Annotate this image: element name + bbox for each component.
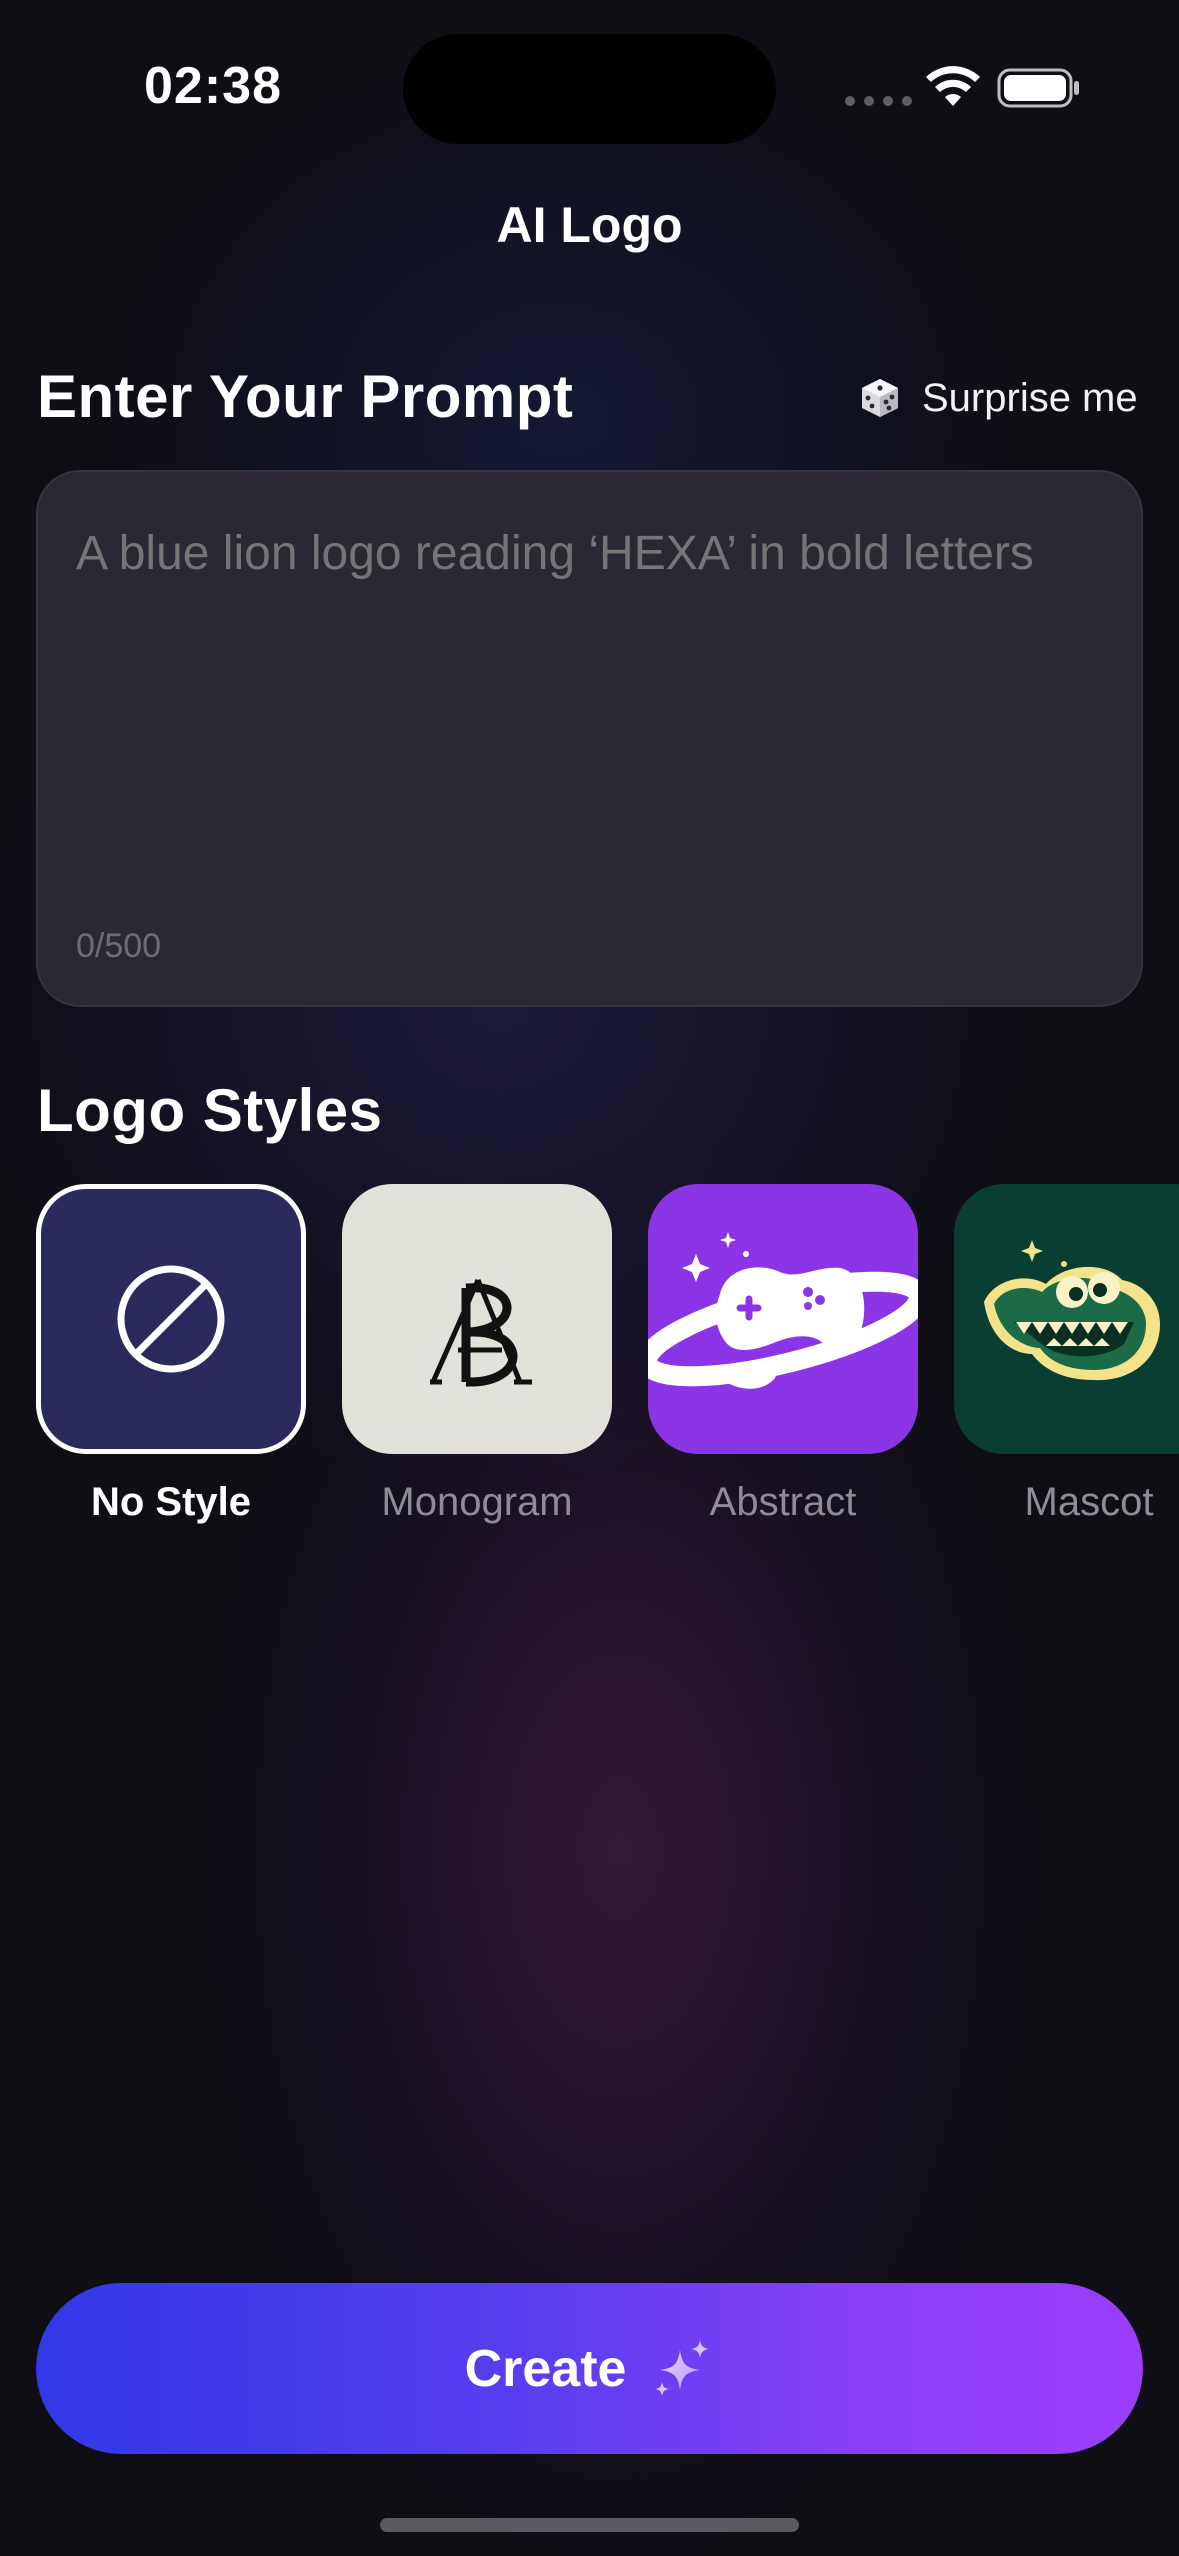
status-time: 02:38 — [144, 57, 282, 115]
app-screen: 02:38 AI Logo Enter Your Prompt Surprise… — [0, 0, 1179, 2556]
sparkle-icon — [655, 2339, 710, 2396]
prompt-box[interactable]: 0/500 — [36, 470, 1143, 1007]
mascot-tile — [954, 1184, 1179, 1454]
prompt-section-title: Enter Your Prompt — [37, 363, 574, 430]
style-option-mascot[interactable]: Mascot — [954, 1184, 1179, 1525]
home-indicator — [380, 2518, 799, 2532]
abstract-tile — [648, 1184, 918, 1454]
planet-gamepad-icon — [648, 1232, 918, 1389]
crocodile-mascot-icon — [984, 1240, 1160, 1381]
prompt-input[interactable] — [76, 526, 1096, 581]
style-option-no-style[interactable]: No Style — [36, 1184, 306, 1525]
no-style-icon — [117, 1265, 225, 1373]
style-label: Abstract — [709, 1480, 857, 1524]
cellular-signal-icon — [845, 96, 912, 106]
dynamic-island — [403, 34, 776, 144]
monogram-icon — [430, 1278, 532, 1387]
style-option-abstract[interactable]: Abstract — [648, 1184, 918, 1525]
style-label: No Style — [90, 1480, 252, 1524]
monogram-tile — [342, 1184, 612, 1454]
create-button-label: Create — [464, 2339, 627, 2398]
style-option-monogram[interactable]: Monogram — [342, 1184, 612, 1525]
wifi-icon — [926, 66, 980, 106]
surprise-me-label: Surprise me — [922, 375, 1138, 420]
page-title: AI Logo — [496, 197, 683, 253]
style-label: Monogram — [381, 1480, 573, 1524]
styles-carousel[interactable]: No Style Monogram Abstract Mascot — [0, 1184, 1179, 1544]
surprise-me-button[interactable]: Surprise me — [858, 370, 1138, 426]
create-button[interactable]: Create — [36, 2283, 1143, 2454]
dice-icon — [862, 379, 898, 417]
character-counter: 0/500 — [76, 927, 162, 965]
style-label: Mascot — [1024, 1480, 1154, 1524]
no-style-tile — [36, 1184, 306, 1454]
styles-section-title: Logo Styles — [37, 1077, 383, 1144]
battery-icon — [997, 68, 1079, 108]
